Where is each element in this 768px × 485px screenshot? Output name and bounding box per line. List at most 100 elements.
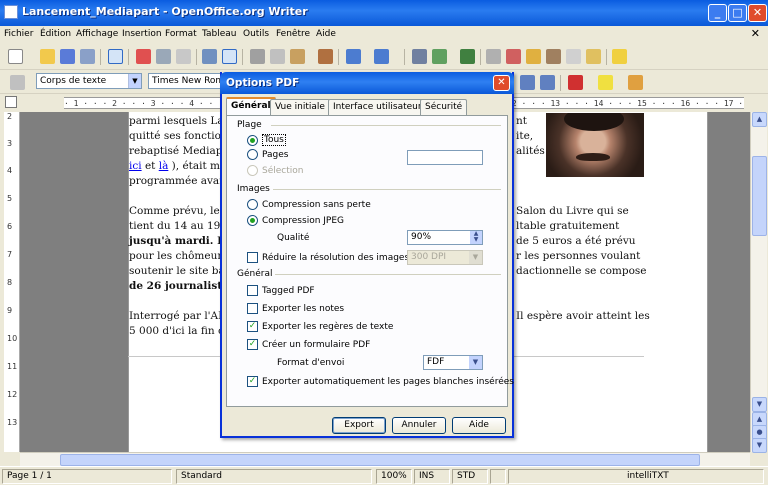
menu-edition[interactable]: Édition: [40, 29, 71, 39]
increase-indent-icon[interactable]: [540, 75, 555, 90]
document-line: rebaptisé Mediap: [129, 145, 223, 157]
decrease-indent-icon[interactable]: [520, 75, 535, 90]
navigator-icon[interactable]: [506, 49, 521, 64]
format-paintbrush-icon[interactable]: [318, 49, 333, 64]
export-pdf-icon[interactable]: [136, 49, 151, 64]
redo-icon[interactable]: [374, 49, 389, 64]
menu-fichier[interactable]: Fichier: [4, 29, 33, 39]
quality-spinbox[interactable]: 90% ▲ ▼: [407, 230, 483, 245]
menu-insertion[interactable]: Insertion: [122, 29, 162, 39]
menu-affichage[interactable]: Affichage: [76, 29, 118, 39]
print-icon[interactable]: [156, 49, 171, 64]
export-bookmarks-checkbox[interactable]: ✓ Exporter les regères de texte: [247, 321, 393, 332]
checkbox[interactable]: ✓: [247, 321, 258, 332]
lossless-compression-radio[interactable]: Compression sans perte: [247, 199, 371, 210]
paste-icon[interactable]: [290, 49, 305, 64]
table-icon[interactable]: [432, 49, 447, 64]
email-icon[interactable]: [80, 49, 95, 64]
next-page-icon[interactable]: ▼: [752, 438, 767, 453]
tab-stop-selector[interactable]: [5, 96, 17, 108]
selection-mode[interactable]: STD: [452, 469, 488, 484]
range-pages-radio[interactable]: Pages: [247, 149, 288, 160]
new-document-icon[interactable]: [8, 49, 23, 64]
radio-button[interactable]: [247, 134, 258, 146]
open-icon[interactable]: [40, 49, 55, 64]
document-line: de 26 journaliste: [129, 280, 229, 292]
data-sources-icon[interactable]: [546, 49, 561, 64]
radio-button[interactable]: [247, 215, 258, 226]
link-ici[interactable]: ici: [129, 160, 142, 172]
close-window-button[interactable]: ✕: [748, 4, 767, 22]
link-la[interactable]: là: [159, 160, 169, 172]
chevron-down-icon[interactable]: ▼: [469, 356, 482, 369]
print-preview-icon[interactable]: [176, 49, 191, 64]
menu-tableau[interactable]: Tableau: [202, 29, 237, 39]
menu-format[interactable]: Format: [165, 29, 197, 39]
help-icon[interactable]: [612, 49, 627, 64]
create-form-checkbox[interactable]: ✓ Créer un formulaire PDF: [247, 339, 370, 350]
spellcheck-icon[interactable]: [202, 49, 217, 64]
general-heading: Général: [237, 269, 273, 279]
menu-bar: Fichier Édition Affichage Insertion Form…: [0, 26, 768, 44]
spin-arrows-icon[interactable]: ▲ ▼: [470, 231, 482, 244]
cut-icon[interactable]: [250, 49, 265, 64]
page-style[interactable]: Standard: [176, 469, 372, 484]
jpeg-compression-radio[interactable]: Compression JPEG: [247, 215, 344, 226]
undo-icon[interactable]: [346, 49, 361, 64]
range-all-radio[interactable]: Tous: [247, 134, 286, 146]
checkbox[interactable]: [247, 252, 258, 263]
highlighting-icon[interactable]: [598, 75, 613, 90]
vertical-scroll-thumb[interactable]: [752, 156, 767, 236]
scroll-down-icon[interactable]: ▼: [752, 397, 767, 412]
find-replace-icon[interactable]: [486, 49, 501, 64]
radio-button[interactable]: [247, 199, 258, 210]
checkbox[interactable]: [247, 303, 258, 314]
reduce-resolution-checkbox[interactable]: Réduire la résolution des images: [247, 252, 409, 263]
zoom-icon[interactable]: [586, 49, 601, 64]
close-document-icon[interactable]: ✕: [751, 27, 760, 40]
tagged-pdf-checkbox[interactable]: Tagged PDF: [247, 285, 315, 296]
nonprinting-characters-icon[interactable]: [566, 49, 581, 64]
insert-mode[interactable]: INS: [414, 469, 450, 484]
zoom-level[interactable]: 100%: [376, 469, 412, 484]
paragraph-style-select[interactable]: Corps de texte ▼: [36, 73, 142, 89]
pages-input[interactable]: [407, 150, 483, 165]
cancel-button[interactable]: Annuler: [392, 417, 446, 434]
checkbox[interactable]: [247, 285, 258, 296]
hyperlink-icon[interactable]: [412, 49, 427, 64]
menu-outils[interactable]: Outils: [243, 29, 269, 39]
checkbox[interactable]: ✓: [247, 339, 258, 350]
checkbox[interactable]: ✓: [247, 376, 258, 387]
export-blank-pages-checkbox[interactable]: ✓ Exporter automatiquement les pages bla…: [247, 376, 514, 387]
horizontal-scroll-thumb[interactable]: [60, 454, 700, 466]
styles-formatting-icon[interactable]: [10, 75, 25, 90]
show-draw-functions-icon[interactable]: [460, 49, 475, 64]
vertical-scrollbar[interactable]: ▲ ▼ ▲ ● ▼: [750, 112, 767, 453]
dialog-close-icon[interactable]: ✕: [493, 75, 510, 91]
menu-fenetre[interactable]: Fenêtre: [276, 29, 310, 39]
page-indicator[interactable]: Page 1 / 1: [2, 469, 172, 484]
edit-file-icon[interactable]: [108, 49, 123, 64]
menu-aide[interactable]: Aide: [316, 29, 336, 39]
chevron-down-icon[interactable]: ▼: [128, 74, 141, 88]
tab-interface-utilisateur[interactable]: Interface utilisateur: [328, 99, 427, 115]
auto-spellcheck-icon[interactable]: [222, 49, 237, 64]
copy-icon[interactable]: [270, 49, 285, 64]
help-button[interactable]: Aide: [452, 417, 506, 434]
minimize-button[interactable]: _: [708, 4, 727, 22]
horizontal-scrollbar[interactable]: [20, 452, 750, 466]
export-button[interactable]: Export: [332, 417, 386, 434]
scroll-up-icon[interactable]: ▲: [752, 112, 767, 127]
gallery-icon[interactable]: [526, 49, 541, 64]
font-color-icon[interactable]: [568, 75, 583, 90]
tab-general[interactable]: Général: [226, 97, 276, 116]
maximize-button[interactable]: □: [728, 4, 747, 22]
tab-vue-initiale[interactable]: Vue initiale: [270, 99, 330, 115]
background-color-icon[interactable]: [628, 75, 643, 90]
tab-securite[interactable]: Sécurité: [420, 99, 468, 115]
submit-format-select[interactable]: FDF ▼: [423, 355, 483, 370]
save-icon[interactable]: [60, 49, 75, 64]
font-name-select[interactable]: Times New Roman: [148, 73, 224, 89]
export-notes-checkbox[interactable]: Exporter les notes: [247, 303, 344, 314]
radio-button[interactable]: [247, 149, 258, 160]
